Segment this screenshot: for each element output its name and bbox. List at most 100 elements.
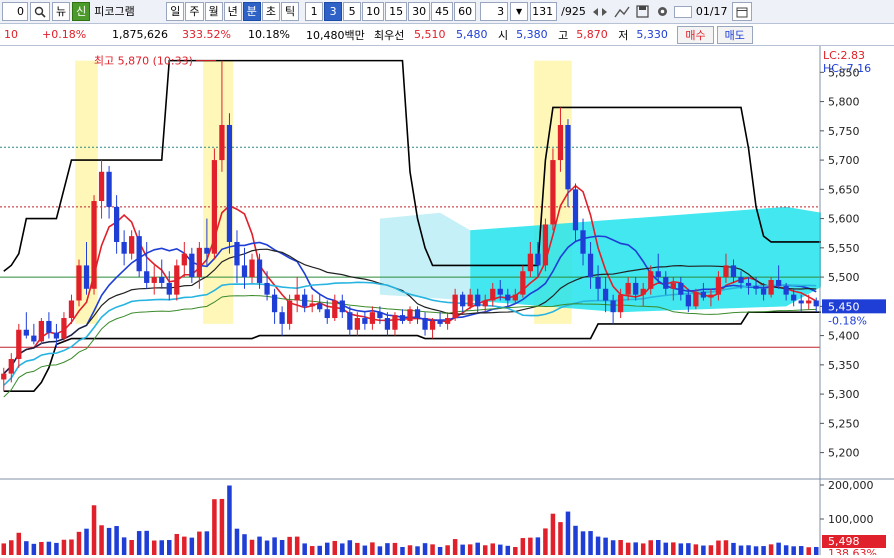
candle-body-33: [249, 259, 255, 278]
period-tab-1[interactable]: 주: [185, 2, 204, 21]
minute-tab-10[interactable]: 10: [362, 2, 385, 21]
period-tab-5[interactable]: 초: [261, 2, 280, 21]
credit-badge[interactable]: 신: [72, 2, 91, 21]
period-tab-4[interactable]: 분: [242, 2, 261, 21]
volume-bar-61: [460, 544, 465, 555]
volume-bar-27: [204, 531, 210, 555]
volume-bar-56: [422, 543, 428, 555]
candle-body-50: [377, 312, 383, 319]
volume-bar-8: [61, 539, 67, 555]
candle-body-94: [708, 294, 714, 298]
date-checkbox[interactable]: [673, 5, 692, 18]
buy-button[interactable]: 매수: [677, 25, 714, 44]
volume-bar-103: [776, 542, 781, 555]
volume-bar-10: [76, 531, 82, 555]
minute-tab-45[interactable]: 45: [431, 2, 454, 21]
candle-body-70: [527, 253, 533, 272]
interval-dropdown[interactable]: ▼: [510, 2, 529, 21]
scroll-icon[interactable]: [590, 2, 610, 21]
volume-bar-39: [294, 536, 300, 555]
current-price-label: 5,450: [828, 300, 860, 313]
chart-toolbar: 0 뉴 신 피코그램 일주월년분초틱 1 3 5 10 15 30 45 60 3 ▼ 131…: [0, 0, 894, 24]
candle-body-83: [625, 282, 631, 295]
volume-bar-79: [595, 536, 601, 555]
period-tab-3[interactable]: 년: [223, 2, 242, 21]
minute-tabs: 1 3 5 10 15 30 45 60: [305, 2, 477, 21]
volume-bar-60: [452, 539, 458, 555]
volume-bar-35: [264, 540, 270, 555]
volume-bar-37: [279, 540, 285, 555]
candle-body-76: [572, 189, 579, 231]
volume-bar-7: [54, 542, 59, 555]
count-input[interactable]: 131: [530, 2, 558, 21]
price-chart[interactable]: 최고 5,870 (10:33)5,8505,8005,7505,7005,65…: [0, 46, 894, 558]
high-label: 고: [558, 28, 569, 42]
y-tick-label-12: 5,250: [828, 417, 860, 430]
candle-body-77: [580, 230, 586, 254]
volume-bar-81: [610, 540, 616, 555]
minute-tab-5[interactable]: 5: [343, 2, 362, 21]
save-icon[interactable]: [634, 2, 652, 21]
stock-code-input[interactable]: 0: [2, 2, 28, 21]
trade-amount: 10,480백만: [306, 28, 365, 42]
news-button[interactable]: 뉴: [52, 2, 71, 21]
volume-bar-26: [197, 531, 202, 555]
calendar-button[interactable]: [731, 2, 752, 21]
period-tab-0[interactable]: 일: [166, 2, 185, 21]
candle-body-89: [670, 282, 676, 289]
candle-body-78: [587, 253, 594, 278]
candle-body-19: [144, 271, 150, 283]
candle-body-32: [241, 265, 248, 278]
candle-body-103: [775, 280, 782, 286]
volume-bar-48: [362, 545, 368, 555]
minute-tab-1[interactable]: 1: [305, 2, 324, 21]
volume-bar-17: [129, 540, 134, 555]
volume-bar-64: [482, 545, 488, 555]
gear-icon[interactable]: [654, 2, 672, 21]
volume-bar-86: [648, 540, 653, 555]
volume-bar-69: [520, 538, 526, 555]
candle-body-24: [181, 253, 187, 266]
volume-bar-6: [46, 541, 52, 555]
candle-body-6: [46, 320, 52, 333]
minute-tab-3[interactable]: 3: [324, 2, 343, 21]
volume-bar-65: [490, 543, 496, 555]
minute-tab-15[interactable]: 15: [385, 2, 408, 21]
candle-body-74: [557, 124, 564, 161]
volume-bar-107: [806, 547, 811, 555]
volume-bar-78: [588, 531, 593, 555]
volume-bar-63: [475, 542, 480, 555]
candle-body-99: [745, 282, 752, 286]
volume-bar-83: [625, 542, 631, 555]
volume-bar-51: [385, 543, 390, 555]
minute-tab-60[interactable]: 60: [454, 2, 477, 21]
period-tab-6[interactable]: 틱: [281, 2, 300, 21]
interval-input[interactable]: 3: [480, 2, 509, 21]
volume-bar-70: [528, 537, 533, 555]
candle-body-44: [332, 300, 338, 319]
volume-bar-22: [167, 540, 172, 555]
volume-bar-62: [467, 544, 473, 555]
y-tick-label-11: 5,300: [828, 388, 860, 401]
volume-bar-41: [309, 546, 315, 555]
candle-body-7: [53, 332, 60, 339]
period-tab-2[interactable]: 월: [204, 2, 223, 21]
volume-bar-4: [31, 543, 37, 555]
volume-bar-71: [535, 537, 541, 555]
candle-body-81: [610, 300, 616, 313]
volume-bar-80: [603, 537, 608, 555]
best-ask: 5,510: [414, 28, 446, 41]
volume-bar-95: [716, 540, 721, 555]
candle-body-11: [83, 265, 90, 289]
chart-area[interactable]: 최고 5,870 (10:33) 5,850 5,800 5,750 5,700 5,65…: [0, 46, 894, 558]
volume-bar-102: [768, 544, 774, 555]
volume-bar-90: [678, 543, 684, 555]
date-value[interactable]: 01/17: [694, 2, 730, 21]
price-info-bar: 10 +0.18% 1,875,626 333.52% 10.18% 10,48…: [0, 24, 894, 46]
sell-button[interactable]: 매도: [716, 25, 753, 44]
draw-line-icon[interactable]: [612, 2, 632, 21]
search-button[interactable]: [30, 2, 50, 21]
volume-bar-84: [633, 542, 638, 555]
minute-tab-30[interactable]: 30: [408, 2, 431, 21]
candle-body-37: [279, 312, 285, 324]
